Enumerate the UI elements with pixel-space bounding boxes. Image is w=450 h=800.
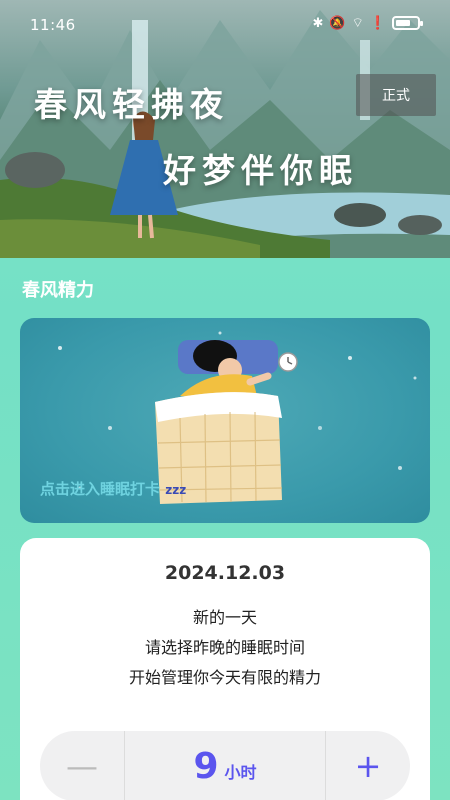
hours-value: 9 xyxy=(193,745,219,787)
sleep-checkin-link[interactable]: 点击进入睡眠打卡 zzz xyxy=(40,478,186,499)
sleep-hours-stepper: — 9 小时 + xyxy=(40,731,410,800)
hours-value-display: 9 小时 xyxy=(124,731,326,800)
alert-icon: ❗ xyxy=(369,15,386,31)
wifi-icon: ⌔ xyxy=(351,16,364,31)
sleep-checkin-label: 点击进入睡眠打卡 xyxy=(40,480,161,498)
hours-unit: 小时 xyxy=(224,763,257,782)
hero-banner: 11:46 ✱ 🔕 ⌔ ❗ 春风轻拂夜 好梦伴你眠 正式 xyxy=(0,0,450,258)
sleep-checkin-card[interactable]: 点击进入睡眠打卡 zzz xyxy=(20,318,430,523)
date-label: 2024.12.03 xyxy=(164,562,286,584)
sleep-time-card: 2024.12.03 新的一天 请选择昨晚的睡眠时间 开始管理你今天有限的精力 … xyxy=(20,538,430,800)
section-title: 春风精力 xyxy=(22,280,94,301)
bluetooth-icon: ✱ xyxy=(312,15,324,31)
status-time: 11:46 xyxy=(30,16,76,34)
decrement-button[interactable]: — xyxy=(40,731,124,800)
environment-badge[interactable]: 正式 xyxy=(356,74,436,116)
hero-title-line1: 春风轻拂夜 xyxy=(34,85,229,124)
battery-icon xyxy=(392,16,423,30)
zzz-icon: zzz xyxy=(165,483,187,497)
message-line3: 开始管理你今天有限的精力 xyxy=(128,668,321,687)
hero-title-line2: 好梦伴你眠 xyxy=(163,151,358,190)
increment-button[interactable]: + xyxy=(326,731,410,800)
status-bar: 11:46 ✱ 🔕 ⌔ ❗ xyxy=(0,0,450,50)
status-icons: ✱ 🔕 ⌔ ❗ xyxy=(312,15,423,31)
message-line2: 请选择昨晚的睡眠时间 xyxy=(144,638,305,657)
message-line1: 新的一天 xyxy=(192,608,257,627)
mute-icon: 🔕 xyxy=(329,15,346,31)
